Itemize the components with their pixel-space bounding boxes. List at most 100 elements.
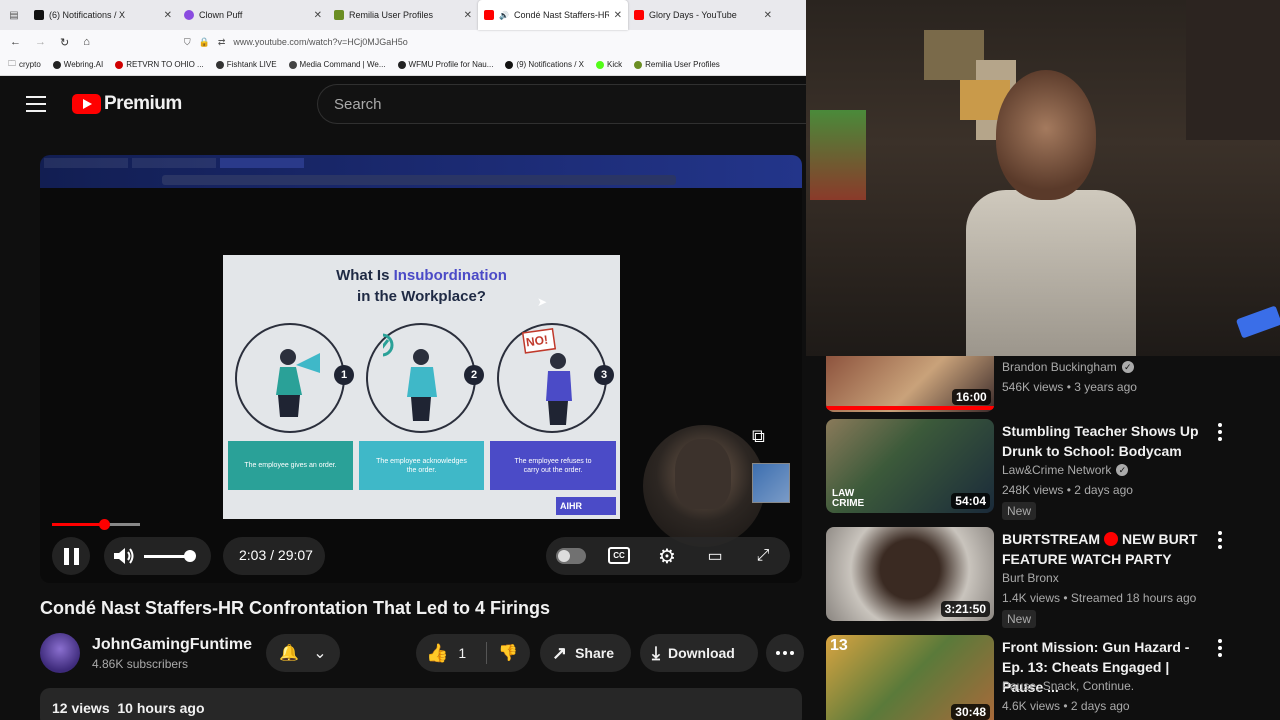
channel-name[interactable]: Law&Crime Network ✓ xyxy=(1002,463,1129,477)
tab-bar: ▤ (6) Notifications / X ✕ Clown Puff ✕ R… xyxy=(0,0,806,30)
reload-icon[interactable]: ↻ xyxy=(60,36,69,49)
recommendation-item[interactable]: 16:00 Brandon Buckingham ✓ 546K views • … xyxy=(826,356,1260,412)
browser-tab[interactable]: Remilia User Profiles ✕ xyxy=(328,0,478,30)
video-meta: 4.6K views • 2 days ago xyxy=(1002,699,1130,713)
bookmark-favicon-icon xyxy=(397,60,406,69)
tab-close-icon[interactable]: ✕ xyxy=(164,10,172,21)
video-thumbnail[interactable]: 3:21:50 xyxy=(826,527,994,621)
bookmark-item[interactable]: Fishtank LIVE xyxy=(215,60,277,69)
bookmark-folder[interactable]: 🗀 crypto xyxy=(8,58,41,72)
video-thumbnail[interactable]: LAW CRIME 54:04 xyxy=(826,419,994,513)
description-box[interactable]: 12 views 10 hours ago xyxy=(40,688,802,720)
url-text: www.youtube.com/watch?v=HCj0MJGaH5o xyxy=(233,37,408,47)
address-bar[interactable]: ⛉ 🔒 ⇄ www.youtube.com/watch?v=HCj0MJGaH5… xyxy=(184,37,408,48)
fullscreen-icon[interactable]: ⤢ xyxy=(751,544,775,568)
channel-name[interactable]: JohnGamingFuntime xyxy=(92,636,252,654)
browser-tab[interactable]: Clown Puff ✕ xyxy=(178,0,328,30)
forward-arrow-icon[interactable]: → xyxy=(35,36,46,48)
video-meta: 1.4K views • Streamed 18 hours ago xyxy=(1002,591,1197,605)
tab-close-icon[interactable]: ✕ xyxy=(464,10,472,21)
video-inner-tab xyxy=(132,157,216,168)
bookmark-favicon-icon xyxy=(634,60,643,69)
more-options-icon[interactable] xyxy=(1217,639,1223,657)
download-icon: ⤓ xyxy=(652,642,660,663)
notifications-button[interactable]: 🔔 ⌄ xyxy=(266,634,340,672)
bookmark-item[interactable]: Remilia User Profiles xyxy=(634,60,720,69)
tab-favicon-icon xyxy=(334,10,344,20)
video-inner-url xyxy=(162,175,676,185)
channel-name[interactable]: Burt Bronx xyxy=(1002,571,1059,585)
bell-icon: 🔔 xyxy=(279,645,300,662)
shield-icon: ⛉ xyxy=(183,36,191,47)
like-button[interactable]: 👍 1 xyxy=(426,634,466,672)
hamburger-menu-icon[interactable] xyxy=(26,96,46,112)
lawcrime-logo: LAW CRIME xyxy=(832,488,865,509)
browser-tab[interactable]: Glory Days - YouTube ✕ xyxy=(628,0,778,30)
back-arrow-icon[interactable]: ← xyxy=(10,36,21,48)
more-options-icon[interactable] xyxy=(1217,423,1223,441)
bookmark-favicon-icon xyxy=(505,60,514,69)
chevron-down-icon: ⌄ xyxy=(313,645,327,662)
bookmark-item[interactable]: Kick xyxy=(596,60,622,69)
video-title: Condé Nast Staffers-HR Confrontation Tha… xyxy=(40,598,551,618)
tab-close-icon[interactable]: ✕ xyxy=(614,10,622,21)
more-actions-button[interactable] xyxy=(766,634,804,672)
recommendation-item[interactable]: 13 30:48 Front Mission: Gun Hazard - Ep.… xyxy=(826,635,1260,720)
bookmark-item[interactable]: RETVRN TO OHIO ... xyxy=(115,60,204,69)
share-button[interactable]: ↗ Share xyxy=(540,634,631,672)
youtube-favicon-icon xyxy=(484,10,494,20)
video-player[interactable]: What Is Insubordination in the Workplace… xyxy=(40,155,802,583)
channel-avatar[interactable] xyxy=(40,633,80,673)
volume-knob[interactable] xyxy=(184,550,196,562)
channel-name[interactable]: Brandon Buckingham ✓ xyxy=(1002,360,1134,374)
captions-button[interactable]: CC xyxy=(608,547,630,564)
video-inner-tab xyxy=(220,157,304,168)
youtube-favicon-icon xyxy=(634,10,644,20)
video-thumbnail[interactable]: 13 30:48 xyxy=(826,635,994,720)
bookmark-favicon-icon xyxy=(288,60,297,69)
autoplay-toggle[interactable] xyxy=(556,548,586,564)
acknowledge-person-icon xyxy=(383,333,437,421)
speaker-icon[interactable]: 🔊 xyxy=(499,11,509,20)
volume-slider[interactable] xyxy=(144,555,188,558)
thumbs-up-icon: 👍 xyxy=(426,642,449,663)
recommendation-item[interactable]: LAW CRIME 54:04 Stumbling Teacher Shows U… xyxy=(826,419,1260,520)
bookmarks-bar: 🗀 crypto Webring.AI RETVRN TO OHIO ... Fi… xyxy=(0,54,806,76)
browser-tab[interactable]: (6) Notifications / X ✕ xyxy=(28,0,178,30)
bookmark-item[interactable]: WFMU Profile for Nau... xyxy=(397,60,493,69)
expand-miniplayer-icon[interactable]: ⧉ xyxy=(752,425,776,447)
thumbnail-red-bar xyxy=(826,406,994,410)
bookmark-item[interactable]: Webring.AI xyxy=(52,60,103,69)
bookmark-item[interactable]: Media Command | We... xyxy=(288,60,386,69)
step-box: The employee acknowledges the order. xyxy=(359,441,484,490)
bookmark-favicon-icon xyxy=(115,60,124,69)
channel-name[interactable]: Pause, Snack, Continue. xyxy=(1002,679,1134,693)
theater-mode-icon[interactable]: ▭ xyxy=(703,544,727,568)
tab-label: (6) Notifications / X xyxy=(49,10,126,20)
wall-poster xyxy=(810,110,866,200)
tab-label: Remilia User Profiles xyxy=(349,10,434,20)
video-duration: 54:04 xyxy=(951,493,990,509)
pause-button[interactable] xyxy=(52,537,90,575)
browser-tab-active[interactable]: 🔊 Condé Nast Staffers-HR Co ✕ xyxy=(478,0,628,30)
tab-close-icon[interactable]: ✕ xyxy=(314,10,322,21)
home-icon[interactable]: ⌂ xyxy=(83,36,90,48)
volume-icon[interactable] xyxy=(112,545,136,567)
video-content-browser-chrome xyxy=(40,155,802,188)
tab-favicon-icon xyxy=(184,10,194,20)
tab-close-icon[interactable]: ✕ xyxy=(764,10,772,21)
youtube-play-logo-icon xyxy=(72,94,101,114)
download-button[interactable]: ⤓ Download xyxy=(640,634,758,672)
progress-scrubber[interactable] xyxy=(99,519,110,530)
like-count: 1 xyxy=(458,645,467,661)
youtube-premium-logo[interactable]: Premium xyxy=(72,93,182,115)
search-input[interactable]: Search xyxy=(317,84,807,124)
dislike-button[interactable]: 👎 xyxy=(494,634,522,672)
more-options-icon[interactable] xyxy=(1217,531,1223,549)
tab-list-icon[interactable]: ▤ xyxy=(0,0,28,30)
bookmark-item[interactable]: (9) Notifications / X xyxy=(505,60,584,69)
step-number: 2 xyxy=(464,365,484,385)
settings-gear-icon[interactable]: ⚙ xyxy=(655,544,679,568)
thumbs-down-icon: 👎 xyxy=(498,645,518,662)
recommendation-item[interactable]: 3:21:50 BURTSTREAM NEW BURT FEATURE WATCH… xyxy=(826,527,1260,628)
